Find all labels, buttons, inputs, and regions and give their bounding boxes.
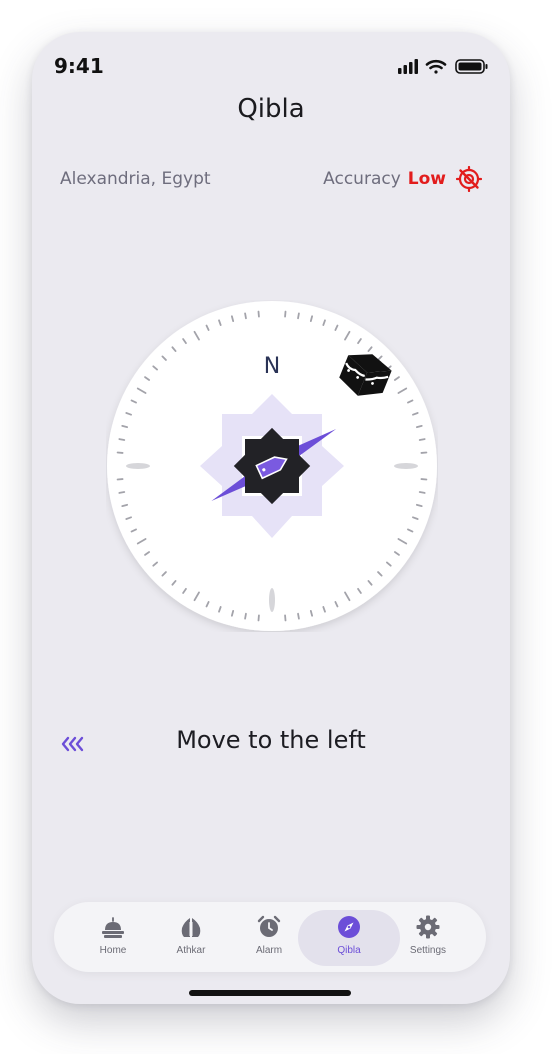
- compass-tick: [309, 609, 314, 617]
- battery-icon: [455, 59, 488, 74]
- west-marker: [126, 463, 150, 469]
- qibla-compass: N: [106, 300, 438, 632]
- compass-icon: [338, 916, 360, 938]
- home-indicator: [189, 990, 351, 996]
- north-label: N: [264, 354, 280, 379]
- compass-tick: [244, 612, 247, 620]
- location-off-icon[interactable]: [456, 166, 482, 192]
- hands-icon: [181, 918, 201, 937]
- accuracy-label: Accuracy: [323, 169, 401, 189]
- wifi-icon: [425, 59, 447, 74]
- east-marker: [394, 463, 418, 469]
- compass-tick: [297, 612, 300, 620]
- tab-label: Settings: [409, 945, 447, 956]
- bottom-tab-bar: Home Athkar Alarm Qibla Settings: [54, 902, 486, 972]
- accuracy-value: Low: [407, 169, 446, 189]
- compass-tick: [309, 315, 314, 323]
- compass-tick: [118, 491, 126, 494]
- compass-tick: [121, 503, 129, 508]
- tab-settings[interactable]: Settings: [387, 910, 469, 966]
- south-marker: [269, 588, 275, 612]
- direction-hint: Move to the left: [32, 726, 510, 762]
- phone-screen: 9:41 Qibla Alexandria, Egypt Accuracy Lo…: [32, 32, 510, 1004]
- tab-athkar[interactable]: Athkar: [150, 910, 232, 966]
- compass-tick: [118, 438, 126, 441]
- tab-label: Home: [99, 945, 127, 956]
- compass-tick: [244, 312, 247, 320]
- compass-tick: [297, 312, 300, 320]
- page-title: Qibla: [237, 94, 305, 124]
- compass-tick: [415, 424, 423, 429]
- compass-tick: [415, 503, 423, 508]
- accuracy-indicator[interactable]: Accuracy Low: [323, 166, 482, 192]
- compass-tick: [121, 424, 129, 429]
- tab-home[interactable]: Home: [72, 910, 154, 966]
- alarm-clock-icon: [257, 915, 281, 937]
- status-time: 9:41: [54, 54, 104, 78]
- location-label: Alexandria, Egypt: [60, 169, 211, 189]
- compass-tick: [230, 609, 235, 617]
- tab-label: Athkar: [176, 945, 206, 956]
- signal-icon: [398, 59, 418, 74]
- compass-tick: [418, 491, 426, 494]
- tab-label: Alarm: [255, 945, 283, 956]
- direction-message: Move to the left: [176, 726, 366, 754]
- kaaba-direction-badge: [233, 427, 311, 505]
- gear-icon: [416, 915, 440, 939]
- tab-alarm[interactable]: Alarm: [228, 910, 310, 966]
- status-icons: [398, 56, 490, 76]
- mosque-icon: [102, 917, 124, 938]
- tab-label: Qibla: [337, 945, 361, 956]
- compass-tick: [418, 438, 426, 441]
- tab-qibla[interactable]: Qibla: [308, 910, 390, 966]
- compass-tick: [230, 315, 235, 323]
